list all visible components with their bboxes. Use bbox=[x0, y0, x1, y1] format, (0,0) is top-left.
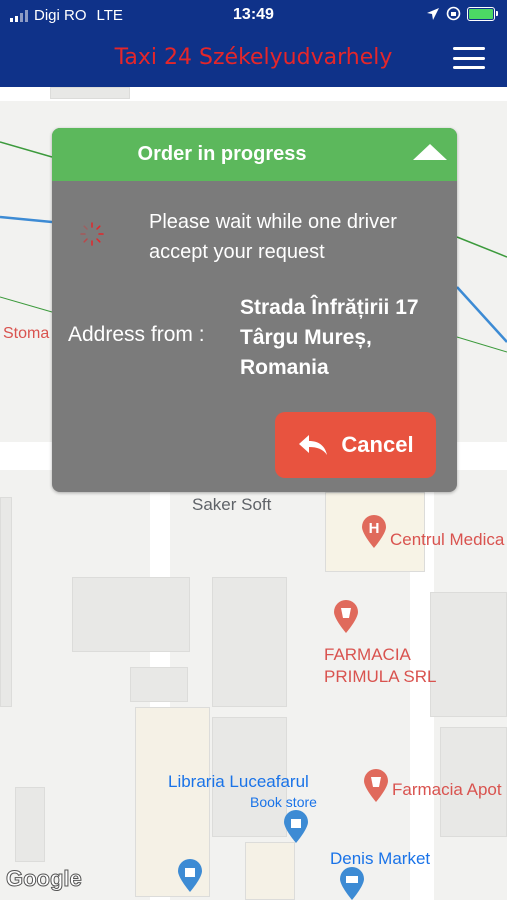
shopping-pin-icon[interactable] bbox=[177, 859, 203, 893]
map-label-libraria: Libraria Luceafarul bbox=[168, 772, 309, 791]
hamburger-menu-icon[interactable] bbox=[453, 47, 485, 69]
cancel-button[interactable]: Cancel bbox=[275, 412, 436, 478]
dialog-title: Order in progress bbox=[137, 143, 307, 165]
collapse-arrow-icon[interactable] bbox=[413, 144, 447, 160]
app-header: Digi RO LTE 13:49 Taxi 24 Székelyudvarhe… bbox=[0, 0, 507, 87]
hospital-pin-icon[interactable]: H bbox=[361, 515, 387, 549]
location-arrow-icon bbox=[427, 7, 439, 20]
reply-arrow-icon bbox=[299, 435, 328, 455]
orientation-lock-icon bbox=[446, 6, 461, 21]
shopping-cart-pin-icon[interactable] bbox=[339, 867, 365, 900]
map-label-farmacia-1: FARMACIA bbox=[324, 645, 411, 664]
address-value: Strada Înfrățirii 17 Târgu Mureș, Romani… bbox=[240, 296, 419, 379]
app-title: Taxi 24 Székelyudvarhely bbox=[114, 45, 393, 70]
battery-charging-icon bbox=[467, 6, 498, 21]
shopping-pin-icon[interactable] bbox=[283, 810, 309, 844]
map-label-farmacia-apot: Farmacia Apot bbox=[392, 780, 502, 799]
map-label-stoma: Stoma bbox=[3, 325, 50, 342]
map-label-farmacia-2: PRIMULA SRL bbox=[324, 667, 437, 686]
cancel-label: Cancel bbox=[341, 432, 414, 457]
map-label-denis-market: Denis Market bbox=[330, 849, 431, 868]
wait-message: Please wait while one driver accept your… bbox=[149, 211, 397, 263]
status-bar: Digi RO LTE 13:49 bbox=[0, 0, 507, 30]
loading-spinner-icon bbox=[80, 222, 104, 246]
dialog-header[interactable]: Order in progress bbox=[52, 128, 457, 181]
pharmacy-pin-icon[interactable] bbox=[333, 600, 359, 634]
svg-text:H: H bbox=[369, 520, 380, 537]
map-label-saker-soft: Saker Soft bbox=[192, 495, 272, 514]
address-label: Address from : bbox=[68, 323, 205, 346]
map-label-centrul-medical: Centrul Medica bbox=[390, 530, 505, 549]
pharmacy-pin-icon[interactable] bbox=[363, 769, 389, 803]
order-progress-dialog: Order in progress Please wait while one … bbox=[52, 128, 457, 492]
google-logo: Google bbox=[6, 866, 83, 892]
map-label-book-store: Book store bbox=[250, 794, 317, 810]
